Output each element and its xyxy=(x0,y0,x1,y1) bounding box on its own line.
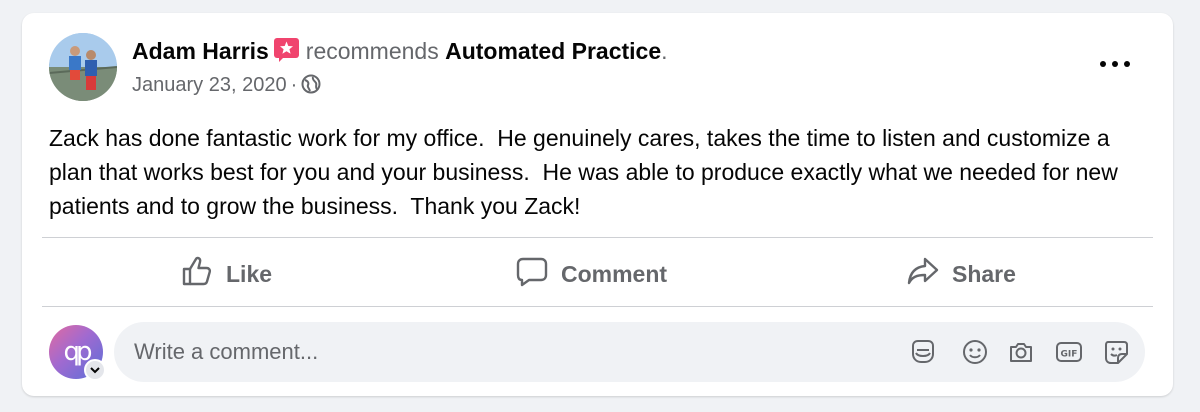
sticker-bubble-icon[interactable] xyxy=(909,338,937,366)
divider xyxy=(42,237,1153,238)
post-header: Adam Harris recommends Automated Practice… xyxy=(132,37,668,65)
sticker-icon[interactable] xyxy=(1102,338,1130,366)
share-button[interactable]: Share xyxy=(906,253,1016,295)
comment-composer[interactable]: GIF xyxy=(114,322,1145,382)
like-label: Like xyxy=(226,260,273,287)
recommendation-post: Adam Harris recommends Automated Practice… xyxy=(22,13,1173,396)
camera-icon[interactable] xyxy=(1007,338,1035,366)
author-name[interactable]: Adam Harris xyxy=(132,38,269,64)
share-arrow-icon xyxy=(906,254,940,294)
page-name-link[interactable]: Automated Practice xyxy=(445,38,661,64)
like-button[interactable]: Like xyxy=(180,253,272,295)
more-dot xyxy=(1100,61,1106,67)
share-label: Share xyxy=(952,260,1016,287)
header-end-punct: . xyxy=(661,38,668,64)
more-options-icon[interactable] xyxy=(1100,51,1130,77)
more-dot xyxy=(1112,61,1118,67)
comment-button[interactable]: Comment xyxy=(515,253,667,295)
meta-separator: · xyxy=(290,74,298,96)
speech-bubble-icon xyxy=(515,254,549,294)
post-date[interactable]: January 23, 2020 xyxy=(132,74,287,96)
comment-label: Comment xyxy=(561,260,668,287)
recommend-star-icon xyxy=(273,37,300,62)
globe-icon[interactable] xyxy=(301,74,321,94)
emoji-icon[interactable] xyxy=(961,338,989,366)
avatar-monogram: qp xyxy=(63,337,92,367)
svg-text:GIF: GIF xyxy=(1061,350,1078,360)
comment-input[interactable] xyxy=(134,322,874,382)
chevron-down-icon[interactable] xyxy=(84,359,106,381)
recommends-verb: recommends xyxy=(305,38,439,64)
divider xyxy=(42,306,1153,307)
author-avatar[interactable] xyxy=(49,33,117,101)
thumbs-up-icon xyxy=(180,254,214,294)
post-meta: January 23, 2020 · xyxy=(132,72,321,98)
post-body-text: Zack has done fantastic work for my offi… xyxy=(49,125,1125,219)
more-dot xyxy=(1124,61,1130,67)
gif-icon[interactable]: GIF xyxy=(1055,338,1083,366)
